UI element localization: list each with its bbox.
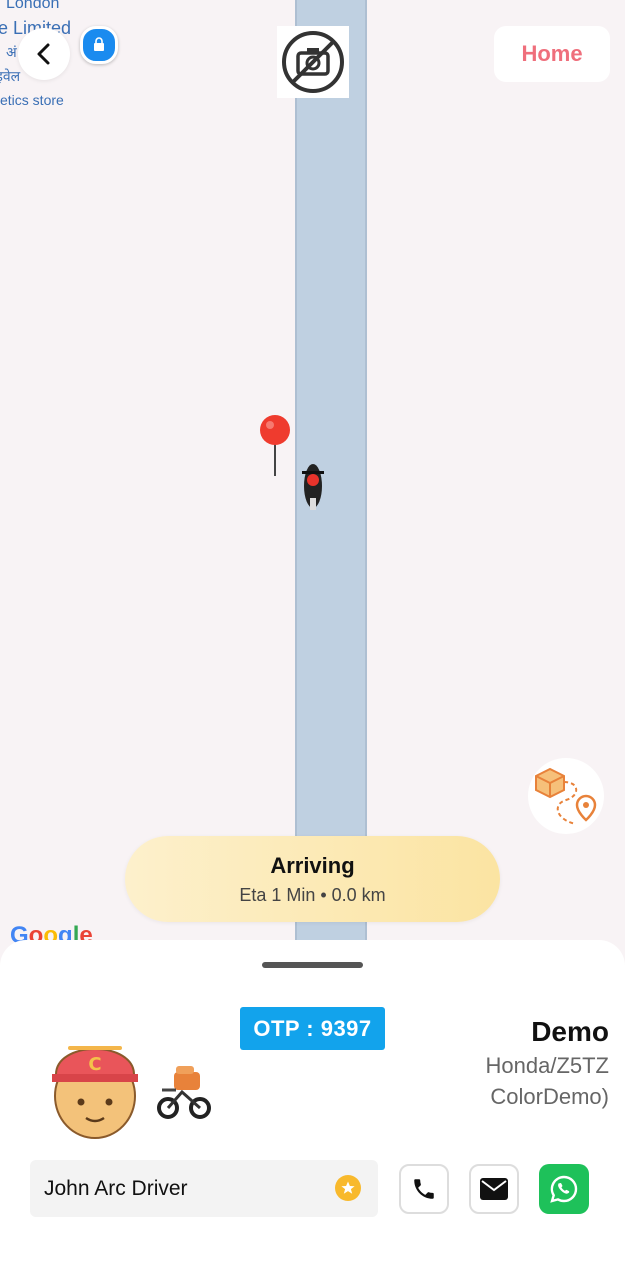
poi-line: etics store <box>0 92 64 108</box>
driver-name: John Arc Driver <box>44 1177 188 1200</box>
camera-off-button[interactable] <box>277 26 349 98</box>
arrival-title: Arriving <box>270 852 355 878</box>
arrival-eta: Eta 1 Min • 0.0 km <box>239 884 386 905</box>
otp-badge: OTP : 9397 <box>240 1007 385 1050</box>
arrival-status-card: Arriving Eta 1 Min • 0.0 km <box>125 836 500 922</box>
route-delivery-button[interactable] <box>528 758 604 834</box>
home-button[interactable]: Home <box>494 26 610 82</box>
driver-avatar: C <box>52 1046 138 1139</box>
scooter-icon <box>157 1066 211 1119</box>
no-camera-icon <box>282 31 344 93</box>
destination-pin-icon <box>260 415 290 476</box>
package-route-icon <box>535 767 597 825</box>
message-button[interactable] <box>469 1164 519 1214</box>
driver-name-card: John Arc Driver <box>30 1160 378 1217</box>
vehicle-line: ColorDemo) <box>490 1084 609 1109</box>
driver-bike-marker-icon <box>302 464 324 510</box>
sheet-drag-handle[interactable] <box>262 962 363 968</box>
rider-name: Demo <box>531 1016 609 1047</box>
whatsapp-button[interactable] <box>539 1164 589 1214</box>
mail-icon <box>480 1178 508 1200</box>
shop-map-marker[interactable] <box>80 26 118 64</box>
whatsapp-icon <box>550 1175 578 1203</box>
call-button[interactable] <box>399 1164 449 1214</box>
vehicle-info: Honda/Z5TZ ColorDemo) <box>486 1050 610 1112</box>
driver-bottom-sheet[interactable]: OTP : 9397 C Demo Honda/Z5TZ ColorDemo) … <box>0 940 625 1280</box>
chevron-left-icon <box>37 43 50 65</box>
vehicle-line: Honda/Z5TZ <box>485 1053 610 1078</box>
phone-icon <box>414 1179 434 1199</box>
poi-line: London <box>6 0 60 12</box>
shopping-bag-icon <box>94 37 104 51</box>
star-rating-icon <box>335 1175 361 1201</box>
svg-text:C: C <box>88 1054 101 1075</box>
back-button[interactable] <box>18 28 70 80</box>
map-view[interactable]: London e Limited अं इवेल etics store Hom… <box>0 0 625 960</box>
